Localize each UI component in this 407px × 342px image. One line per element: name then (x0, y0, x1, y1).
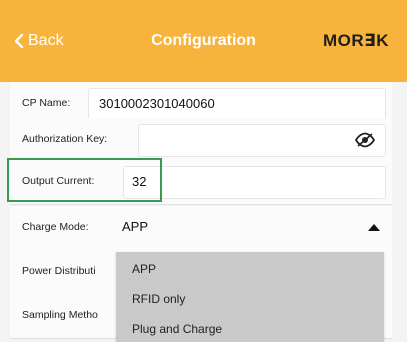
charge-mode-value: APP (122, 219, 149, 234)
output-current-highlight (7, 158, 162, 202)
charge-mode-row[interactable]: Charge Mode: APP (10, 206, 392, 251)
eye-hidden-icon[interactable] (355, 132, 375, 148)
brand-logo: MOR∃K (322, 31, 389, 50)
sampling-method-label: Sampling Metho (22, 309, 98, 321)
charge-mode-label: Charge Mode: (22, 221, 89, 233)
cp-name-field[interactable]: 3010002301040060 (88, 88, 386, 121)
dropdown-option-plug-and-charge[interactable]: Plug and Charge (132, 322, 222, 336)
authorization-key-field[interactable] (138, 124, 386, 157)
dropdown-option-app[interactable]: APP (132, 262, 156, 276)
output-current-field[interactable]: 32 (123, 166, 386, 199)
top-app-bar: Back Configuration MOR∃K (0, 0, 407, 82)
dropdown-option-rfid-only[interactable]: RFID only (132, 292, 185, 306)
cp-name-value: 3010002301040060 (99, 96, 215, 111)
authorization-key-row: Authorization Key: (10, 118, 392, 163)
authorization-key-label: Authorization Key: (22, 133, 108, 145)
power-distribution-label: Power Distributi (22, 265, 96, 277)
charge-mode-dropdown: APP RFID only Plug and Charge (116, 252, 384, 342)
caret-up-icon[interactable] (368, 223, 380, 231)
cp-name-label: CP Name: (22, 97, 71, 109)
